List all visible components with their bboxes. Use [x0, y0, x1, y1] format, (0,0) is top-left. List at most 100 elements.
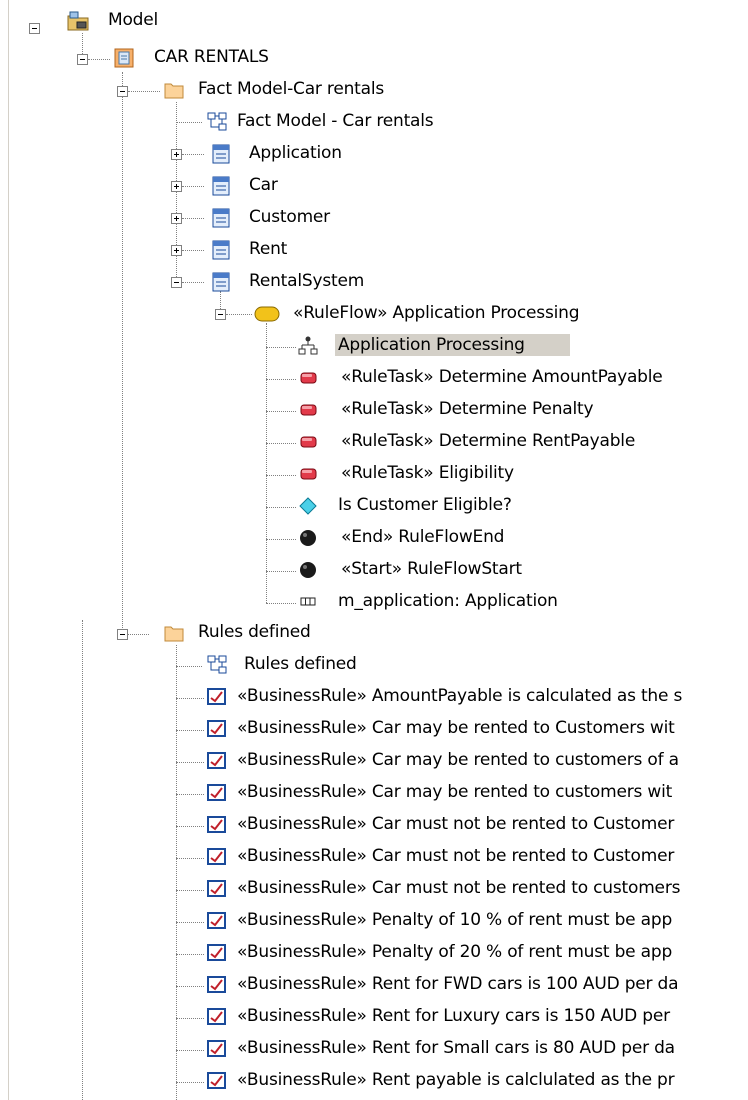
tree-line — [266, 443, 296, 444]
tree-node-business-rule[interactable]: «BusinessRule» AmountPayable is calculat… — [207, 682, 748, 712]
business-rule-icon — [207, 976, 226, 993]
tree-node-business-rule[interactable]: «BusinessRule» Penalty of 20 % of rent m… — [207, 938, 748, 968]
tree-line — [82, 620, 83, 1100]
business-rule-label: «BusinessRule» Penalty of 10 % of rent m… — [237, 910, 673, 930]
tree-line — [182, 218, 204, 219]
tree-line — [266, 347, 296, 348]
tree-line — [176, 1018, 204, 1019]
expand-toggle[interactable] — [171, 213, 182, 224]
tree-line — [176, 826, 204, 827]
expand-toggle[interactable] — [171, 149, 182, 160]
tree-line — [176, 954, 204, 955]
expand-toggle[interactable] — [171, 181, 182, 192]
tree-node-class[interactable]: Application — [211, 139, 411, 169]
tree-node-business-rule[interactable]: «BusinessRule» Car may be rented to Cust… — [207, 714, 748, 744]
tree-left-border — [8, 0, 9, 1100]
business-rule-label: «BusinessRule» Car may be rented to cust… — [237, 782, 673, 802]
collapse-toggle[interactable] — [77, 54, 88, 65]
tree-node-model[interactable]: Model — [64, 6, 264, 36]
decision-label: Is Customer Eligible? — [338, 495, 512, 515]
business-rule-label: «BusinessRule» Car must not be rented to… — [237, 814, 675, 834]
tree-line — [122, 72, 123, 634]
tree-node-rules-folder[interactable]: Rules defined — [164, 618, 464, 648]
tree-node-class[interactable]: Rent — [211, 235, 411, 265]
tree-node-business-rule[interactable]: «BusinessRule» Car must not be rented to… — [207, 810, 748, 840]
tree-line — [176, 1050, 204, 1051]
tree-node-car-rentals[interactable]: CAR RENTALS — [114, 43, 364, 73]
tree-node-ruletask[interactable]: «RuleTask» Determine AmountPayable — [298, 363, 738, 393]
start-label: «Start» RuleFlowStart — [341, 559, 522, 579]
tree-line — [182, 250, 204, 251]
ruletask-icon — [300, 372, 317, 384]
tree-node-start[interactable]: «Start» RuleFlowStart — [298, 555, 738, 585]
ruletask-label: «RuleTask» Determine RentPayable — [341, 431, 636, 451]
tree-node-class[interactable]: Car — [211, 171, 411, 201]
tree-line — [266, 539, 296, 540]
collapse-toggle[interactable] — [215, 309, 226, 320]
tree-node-ruletask[interactable]: «RuleTask» Determine Penalty — [298, 395, 738, 425]
tree-node-business-rule[interactable]: «BusinessRule» Rent for Small cars is 80… — [207, 1034, 748, 1064]
diagram-label: Fact Model - Car rentals — [237, 111, 434, 131]
tree-node-business-rule[interactable]: «BusinessRule» Rent for FWD cars is 100 … — [207, 970, 748, 1000]
tree-node-business-rule[interactable]: «BusinessRule» Car must not be rented to… — [207, 874, 748, 904]
ruletask-icon — [300, 404, 317, 416]
start-node-icon — [300, 562, 316, 578]
tree-node-attribute[interactable]: m_application: Application — [298, 587, 738, 617]
tree-line — [266, 603, 296, 604]
expand-toggle[interactable] — [171, 245, 182, 256]
tree-line — [266, 507, 296, 508]
tree-node-ruleflow[interactable]: «RuleFlow» Application Processing — [254, 299, 674, 329]
activity-diagram-icon — [298, 336, 318, 355]
business-rule-icon — [207, 784, 226, 801]
class-icon — [212, 144, 230, 164]
collapse-toggle[interactable] — [117, 86, 128, 97]
tree-line — [266, 379, 296, 380]
business-rule-icon — [207, 880, 226, 897]
tree-node-decision[interactable]: Is Customer Eligible? — [298, 491, 738, 521]
tree-node-activity-diagram[interactable]: Application Processing — [298, 331, 598, 361]
business-rule-icon — [207, 848, 226, 865]
business-rule-label: «BusinessRule» Car may be rented to cust… — [237, 750, 679, 770]
tree-node-business-rule[interactable]: «BusinessRule» Car must not be rented to… — [207, 842, 748, 872]
business-rule-label: «BusinessRule» Car must not be rented to… — [237, 846, 675, 866]
ruletask-label: «RuleTask» Determine AmountPayable — [341, 367, 663, 387]
tree-node-business-rule[interactable]: «BusinessRule» Rent payable is calclulat… — [207, 1066, 748, 1096]
tree-node-end[interactable]: «End» RuleFlowEnd — [298, 523, 738, 553]
tree-node-ruletask[interactable]: «RuleTask» Determine RentPayable — [298, 427, 738, 457]
tree-node-business-rule[interactable]: «BusinessRule» Car may be rented to cust… — [207, 778, 748, 808]
tree-line — [176, 890, 204, 891]
tree-node-fact-folder[interactable]: Fact Model-Car rentals — [164, 75, 464, 105]
model-root-icon — [67, 11, 89, 31]
tree-node-fact-diagram[interactable]: Fact Model - Car rentals — [207, 107, 507, 137]
class-diagram-icon — [207, 112, 227, 131]
ruletask-label: «RuleTask» Determine Penalty — [341, 399, 594, 419]
class-diagram-icon — [207, 655, 227, 674]
class-icon — [212, 176, 230, 196]
ruleflow-label: «RuleFlow» Application Processing — [293, 303, 580, 323]
tree-line — [182, 186, 204, 187]
business-rule-icon — [207, 1008, 226, 1025]
tree-node-rules-diagram[interactable]: Rules defined — [207, 650, 507, 680]
tree-line — [266, 571, 296, 572]
tree-line — [182, 282, 204, 283]
tree-node-ruletask[interactable]: «RuleTask» Eligibility — [298, 459, 738, 489]
tree-line — [176, 762, 204, 763]
tree-node-business-rule[interactable]: «BusinessRule» Penalty of 10 % of rent m… — [207, 906, 748, 936]
tree-node-business-rule[interactable]: «BusinessRule» Car may be rented to cust… — [207, 746, 748, 776]
tree-line — [128, 91, 160, 92]
ruletask-icon — [300, 468, 317, 480]
tree-node-business-rule[interactable]: «BusinessRule» Rent for Luxury cars is 1… — [207, 1002, 748, 1032]
tree-node-class[interactable]: Customer — [211, 203, 411, 233]
class-label: Car — [249, 175, 278, 195]
business-rule-label: «BusinessRule» Rent payable is calclulat… — [237, 1070, 675, 1090]
class-icon — [212, 240, 230, 260]
ruleflow-icon — [254, 306, 280, 322]
collapse-toggle[interactable] — [117, 629, 128, 640]
collapse-toggle[interactable] — [29, 23, 40, 34]
collapse-toggle[interactable] — [171, 277, 182, 288]
tree-node-class[interactable]: RentalSystem — [211, 267, 411, 297]
tree-line — [226, 314, 252, 315]
project-browser-tree[interactable]: Model CAR RENTALS Fact Model-Car rentals… — [0, 0, 748, 1100]
tree-line — [176, 698, 204, 699]
business-rule-icon — [207, 944, 226, 961]
